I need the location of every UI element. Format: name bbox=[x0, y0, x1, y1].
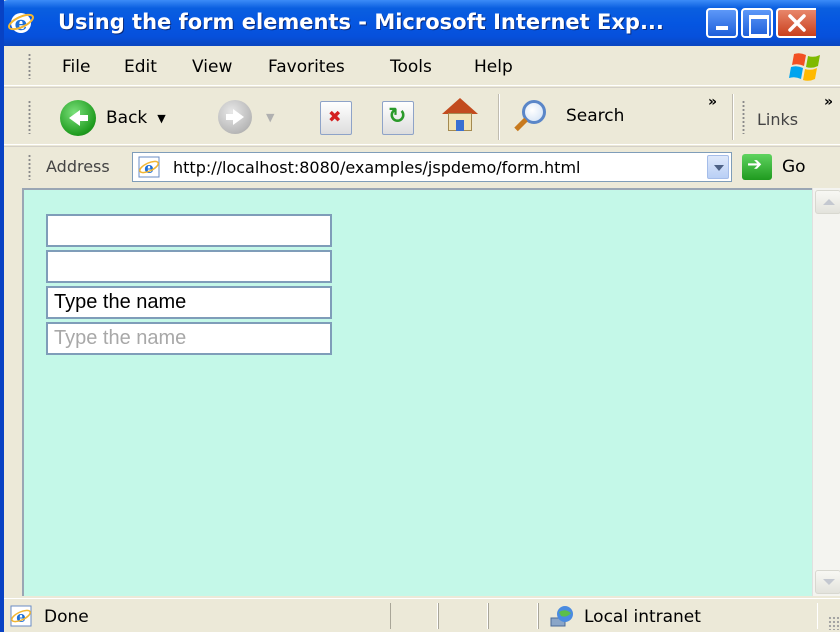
links-separator bbox=[732, 94, 734, 140]
local-intranet-icon bbox=[550, 606, 573, 627]
standard-toolbar: Back ▼ ▼ Search » Links » bbox=[4, 87, 840, 145]
home-icon bbox=[440, 98, 480, 134]
go-button[interactable]: Go bbox=[742, 154, 806, 180]
menu-edit[interactable]: Edit bbox=[124, 57, 157, 77]
address-box[interactable]: e bbox=[132, 152, 732, 182]
go-arrow-icon bbox=[742, 154, 772, 180]
address-dropdown-icon[interactable] bbox=[707, 155, 729, 179]
status-bar: e Done Local intranet bbox=[4, 598, 840, 632]
menu-help[interactable]: Help bbox=[474, 57, 513, 77]
menu-bar: File Edit View Favorites Tools Help bbox=[4, 46, 840, 86]
back-label: Back bbox=[106, 108, 148, 128]
menu-file[interactable]: File bbox=[62, 57, 90, 77]
refresh-icon bbox=[382, 101, 414, 135]
text-field-1[interactable] bbox=[46, 214, 332, 247]
name-field-with-value[interactable] bbox=[46, 286, 332, 319]
ie-logo-icon: e bbox=[8, 11, 34, 35]
back-arrow-icon bbox=[60, 100, 96, 136]
go-label: Go bbox=[782, 157, 806, 177]
windows-logo-icon bbox=[786, 50, 828, 84]
forward-dropdown-icon[interactable]: ▼ bbox=[266, 111, 274, 124]
stop-icon bbox=[320, 101, 352, 135]
text-field-2[interactable] bbox=[46, 250, 332, 283]
toolbar-overflow-chevron-icon[interactable]: » bbox=[708, 94, 717, 110]
window-title: Using the form elements - Microsoft Inte… bbox=[58, 10, 664, 34]
minimize-button[interactable] bbox=[706, 8, 738, 38]
resize-grip-icon[interactable] bbox=[828, 616, 840, 630]
maximize-button[interactable] bbox=[741, 8, 773, 38]
status-text: Done bbox=[44, 607, 89, 627]
status-pane-1 bbox=[390, 603, 438, 629]
close-icon bbox=[788, 14, 806, 32]
status-pane-3 bbox=[488, 603, 538, 629]
search-button[interactable]: Search bbox=[512, 98, 624, 134]
address-label: Address bbox=[46, 157, 110, 176]
browser-window: e Using the form elements - Microsoft In… bbox=[0, 0, 840, 632]
forward-arrow-icon bbox=[218, 100, 252, 134]
toolbar-grip[interactable] bbox=[28, 100, 31, 134]
refresh-button[interactable] bbox=[382, 101, 414, 135]
vertical-scrollbar[interactable] bbox=[812, 188, 840, 596]
close-button[interactable] bbox=[776, 8, 816, 38]
title-bar[interactable]: e Using the form elements - Microsoft In… bbox=[4, 0, 840, 46]
menu-tools[interactable]: Tools bbox=[390, 57, 432, 77]
links-overflow-chevron-icon[interactable]: » bbox=[824, 94, 833, 110]
search-icon bbox=[512, 98, 552, 134]
menubar-grip[interactable] bbox=[28, 53, 31, 79]
forward-button[interactable]: ▼ bbox=[218, 100, 274, 134]
stop-button[interactable] bbox=[320, 101, 352, 135]
back-dropdown-icon[interactable]: ▼ bbox=[157, 112, 165, 125]
links-grip[interactable] bbox=[742, 100, 745, 134]
links-toolbar-label[interactable]: Links bbox=[757, 110, 798, 129]
scroll-down-arrow-icon[interactable] bbox=[815, 570, 840, 594]
home-button[interactable] bbox=[440, 98, 480, 134]
zone-text: Local intranet bbox=[584, 607, 701, 627]
ie-page-icon: e bbox=[138, 156, 160, 178]
ie-status-icon: e bbox=[10, 605, 32, 627]
toolbar-separator bbox=[498, 94, 500, 140]
name-field-with-placeholder[interactable] bbox=[46, 322, 332, 355]
menu-favorites[interactable]: Favorites bbox=[268, 57, 345, 77]
search-label: Search bbox=[566, 106, 625, 126]
address-input[interactable] bbox=[173, 155, 683, 179]
address-bar: Address e Go bbox=[4, 146, 840, 186]
menu-view[interactable]: View bbox=[192, 57, 232, 77]
status-pane-2 bbox=[438, 603, 488, 629]
addressbar-grip[interactable] bbox=[28, 154, 31, 180]
back-button[interactable]: Back ▼ bbox=[60, 100, 166, 136]
scroll-up-arrow-icon[interactable] bbox=[815, 190, 840, 214]
